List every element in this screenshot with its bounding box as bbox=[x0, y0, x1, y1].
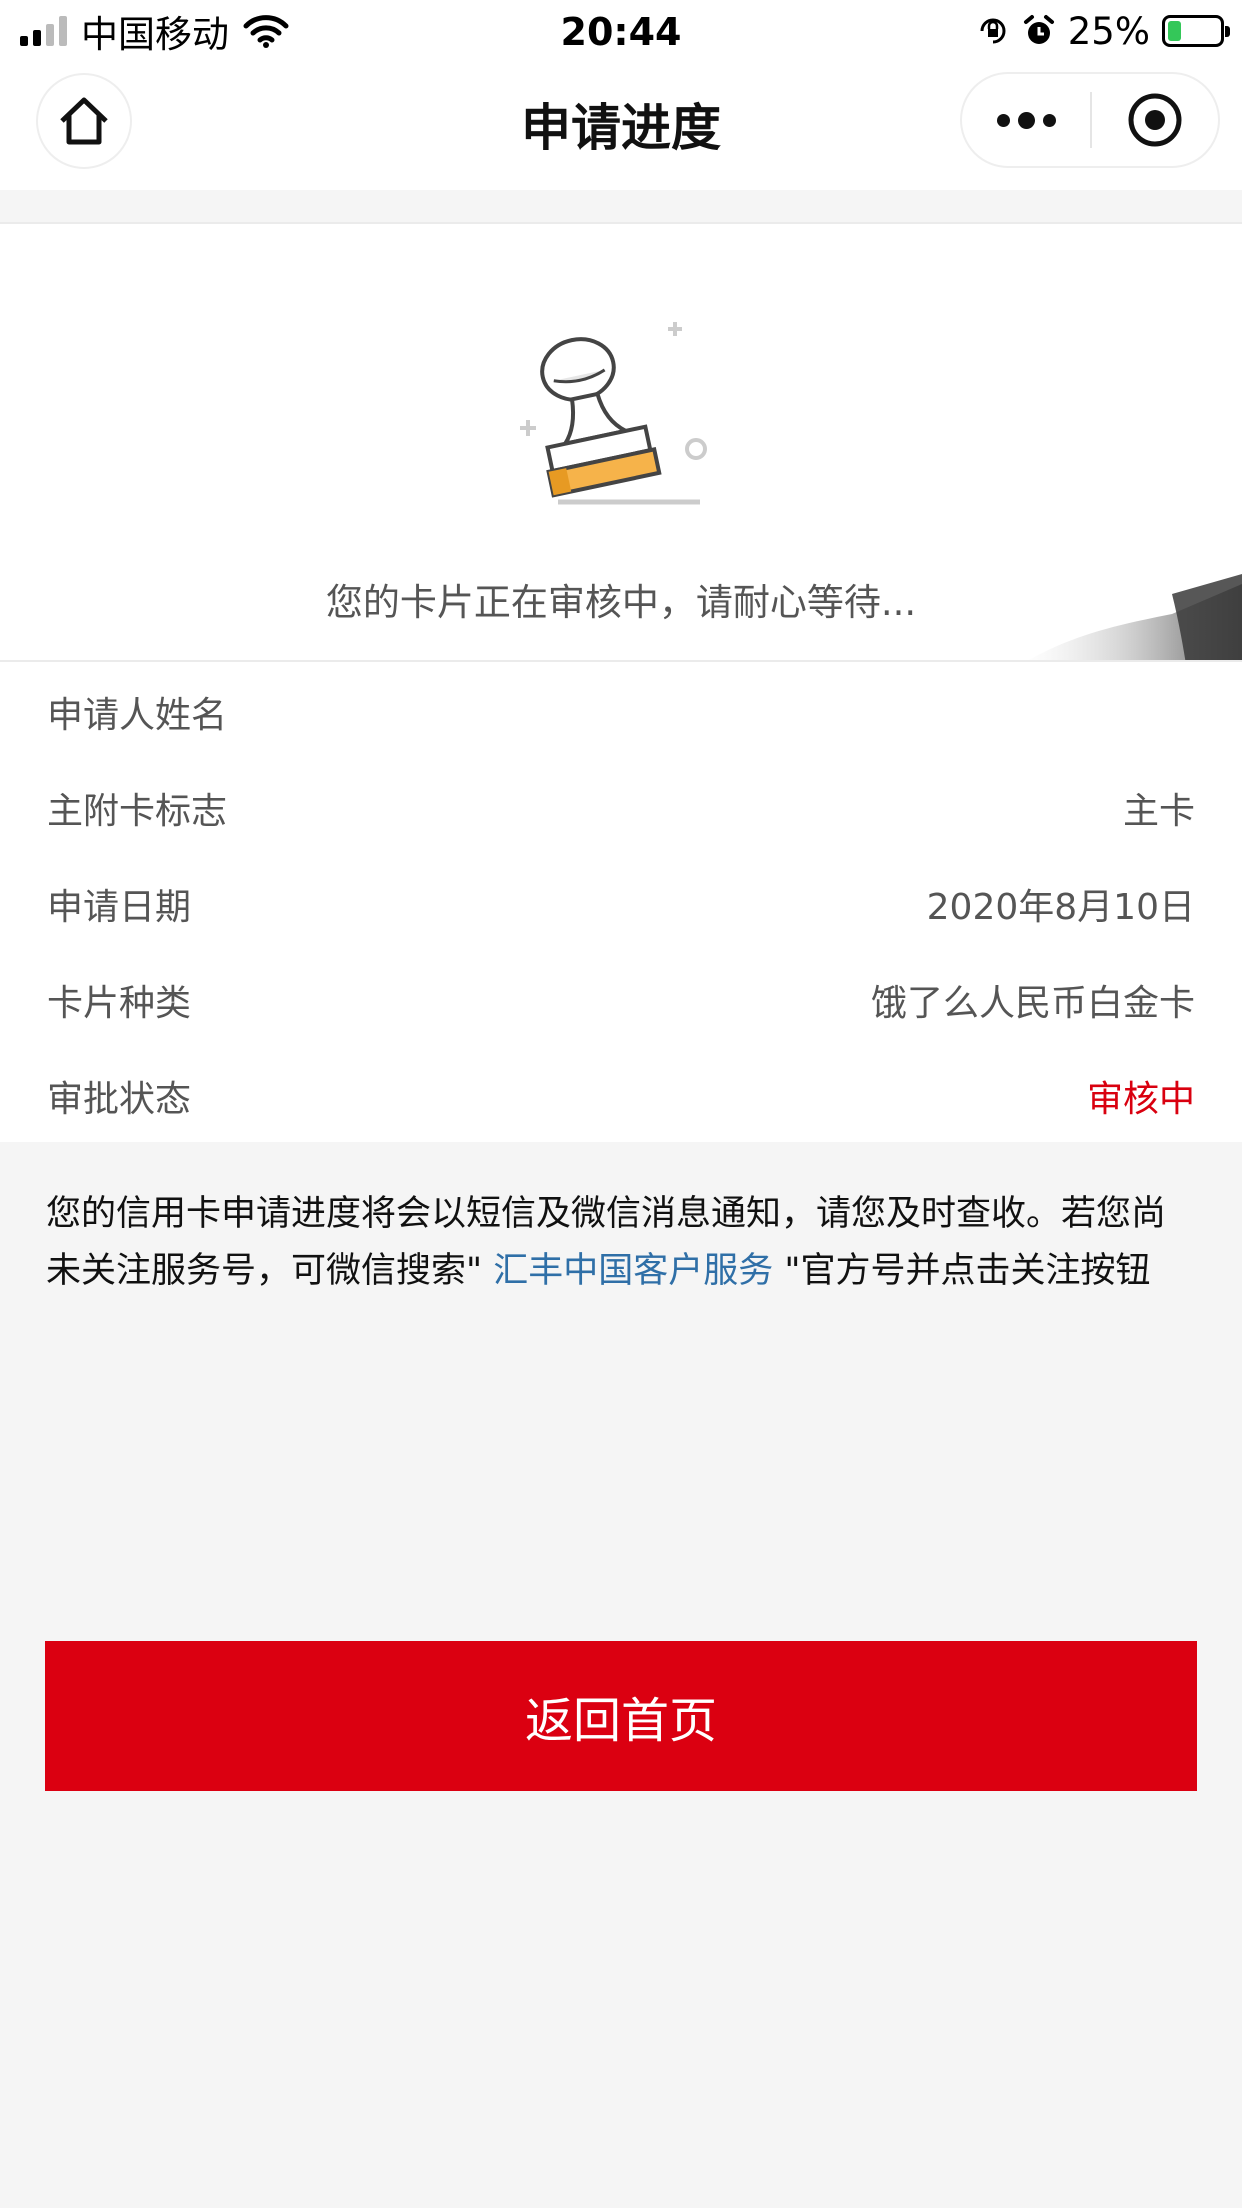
approval-status-value: 审核中 bbox=[1086, 1079, 1195, 1120]
stamp-icon bbox=[520, 322, 707, 505]
notification-note: 您的信用卡申请进度将会以短信及微信消息通知，请您及时查收。若您尚未关注服务号，可… bbox=[46, 1186, 1196, 1300]
detail-label: 卡片种类 bbox=[47, 983, 192, 1024]
status-bar: 中国移动 20:44 25% bbox=[0, 0, 1242, 62]
more-dot-icon bbox=[996, 113, 1010, 127]
target-icon bbox=[1128, 93, 1182, 147]
detail-label: 主附卡标志 bbox=[47, 791, 228, 832]
alarm-icon bbox=[1023, 15, 1054, 44]
detail-value: 饿了么人民币白金卡 bbox=[870, 983, 1195, 1024]
detail-value: 2020年8月10日 bbox=[926, 887, 1195, 928]
mini-program-capsule bbox=[960, 72, 1220, 168]
nav-bar: 申请进度 bbox=[0, 62, 1242, 190]
close-button[interactable] bbox=[1092, 92, 1218, 148]
detail-label: 申请日期 bbox=[47, 887, 192, 928]
status-right: 25% bbox=[976, 9, 1230, 53]
detail-row-card-product: 卡片种类 饿了么人民币白金卡 bbox=[47, 970, 1195, 1030]
note-text-end: "官方号并点击关注按钮 bbox=[773, 1251, 1151, 1291]
battery-percent: 25% bbox=[1067, 9, 1150, 53]
detail-row-approval-status: 审批状态 审核中 bbox=[47, 1066, 1195, 1126]
back-to-home-button[interactable]: 返回首页 bbox=[45, 1641, 1197, 1791]
detail-label: 申请人姓名 bbox=[47, 695, 228, 736]
detail-row-application-date: 申请日期 2020年8月10日 bbox=[47, 874, 1195, 934]
service-account-link[interactable]: 汇丰中国客户服务 bbox=[493, 1251, 773, 1291]
rotation-lock-icon bbox=[980, 18, 1006, 44]
detail-row-applicant-name: 申请人姓名 bbox=[47, 682, 1195, 742]
application-details: 申请人姓名 主附卡标志 主卡 申请日期 2020年8月10日 卡片种类 饿了么人… bbox=[0, 660, 1242, 1142]
detail-label: 审批状态 bbox=[47, 1079, 192, 1120]
detail-row-card-type-flag: 主附卡标志 主卡 bbox=[47, 778, 1195, 838]
more-button[interactable] bbox=[962, 111, 1090, 129]
more-dot-icon bbox=[1042, 113, 1056, 127]
status-card: 您的卡片正在审核中，请耐心等待... bbox=[0, 222, 1242, 769]
battery-icon bbox=[1162, 15, 1230, 47]
more-dot-icon bbox=[1017, 111, 1035, 129]
detail-value: 主卡 bbox=[1122, 791, 1195, 832]
